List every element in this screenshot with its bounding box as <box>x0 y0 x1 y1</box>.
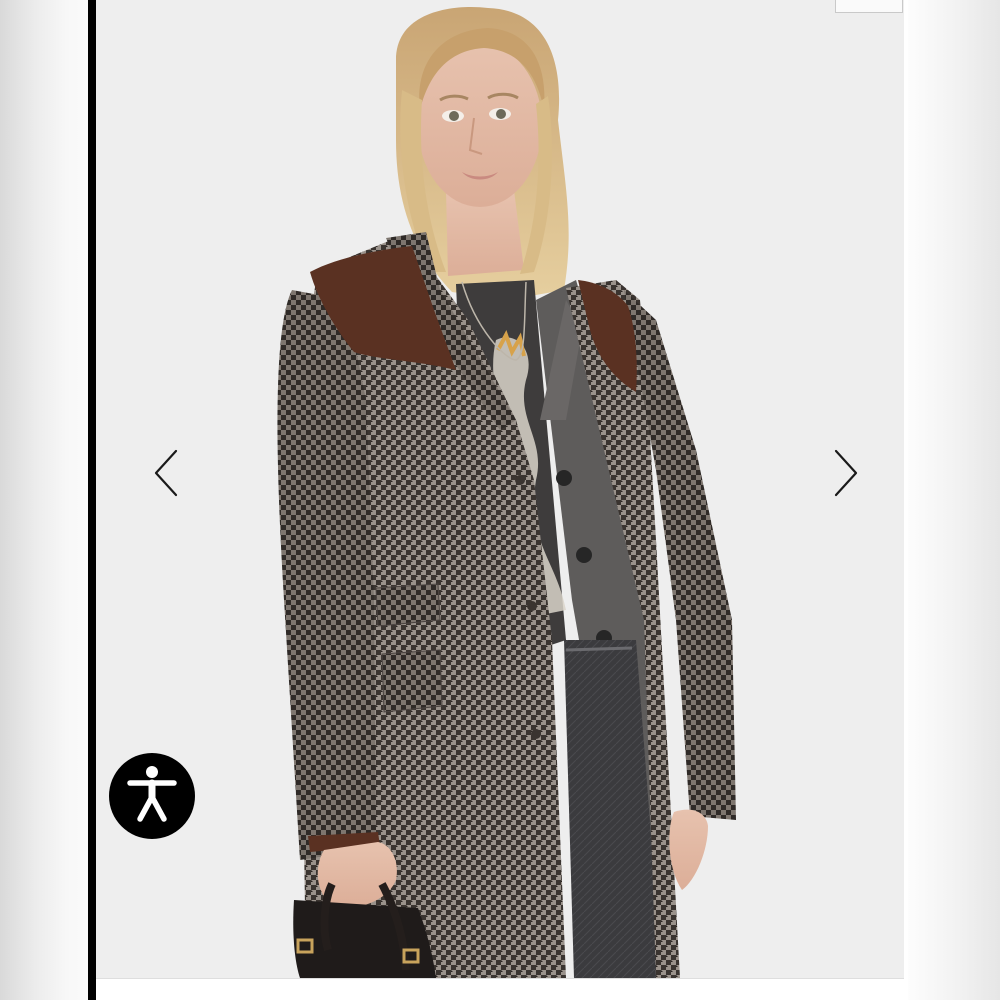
stage-bottom-strip <box>96 978 904 1001</box>
product-image-stage <box>96 0 904 978</box>
frame-right-edge <box>904 0 908 1000</box>
product-photo <box>277 6 736 978</box>
gallery-next-button[interactable] <box>826 445 866 505</box>
accessibility-button[interactable] <box>109 753 195 839</box>
left-backdrop <box>0 0 88 1000</box>
top-chip <box>835 0 903 13</box>
accessibility-person-icon <box>126 765 178 828</box>
chevron-left-icon <box>152 449 180 502</box>
chevron-right-icon <box>832 449 860 502</box>
frame-left-rule <box>88 0 96 1000</box>
right-backdrop <box>908 0 1000 1000</box>
gallery-prev-button[interactable] <box>146 445 186 505</box>
